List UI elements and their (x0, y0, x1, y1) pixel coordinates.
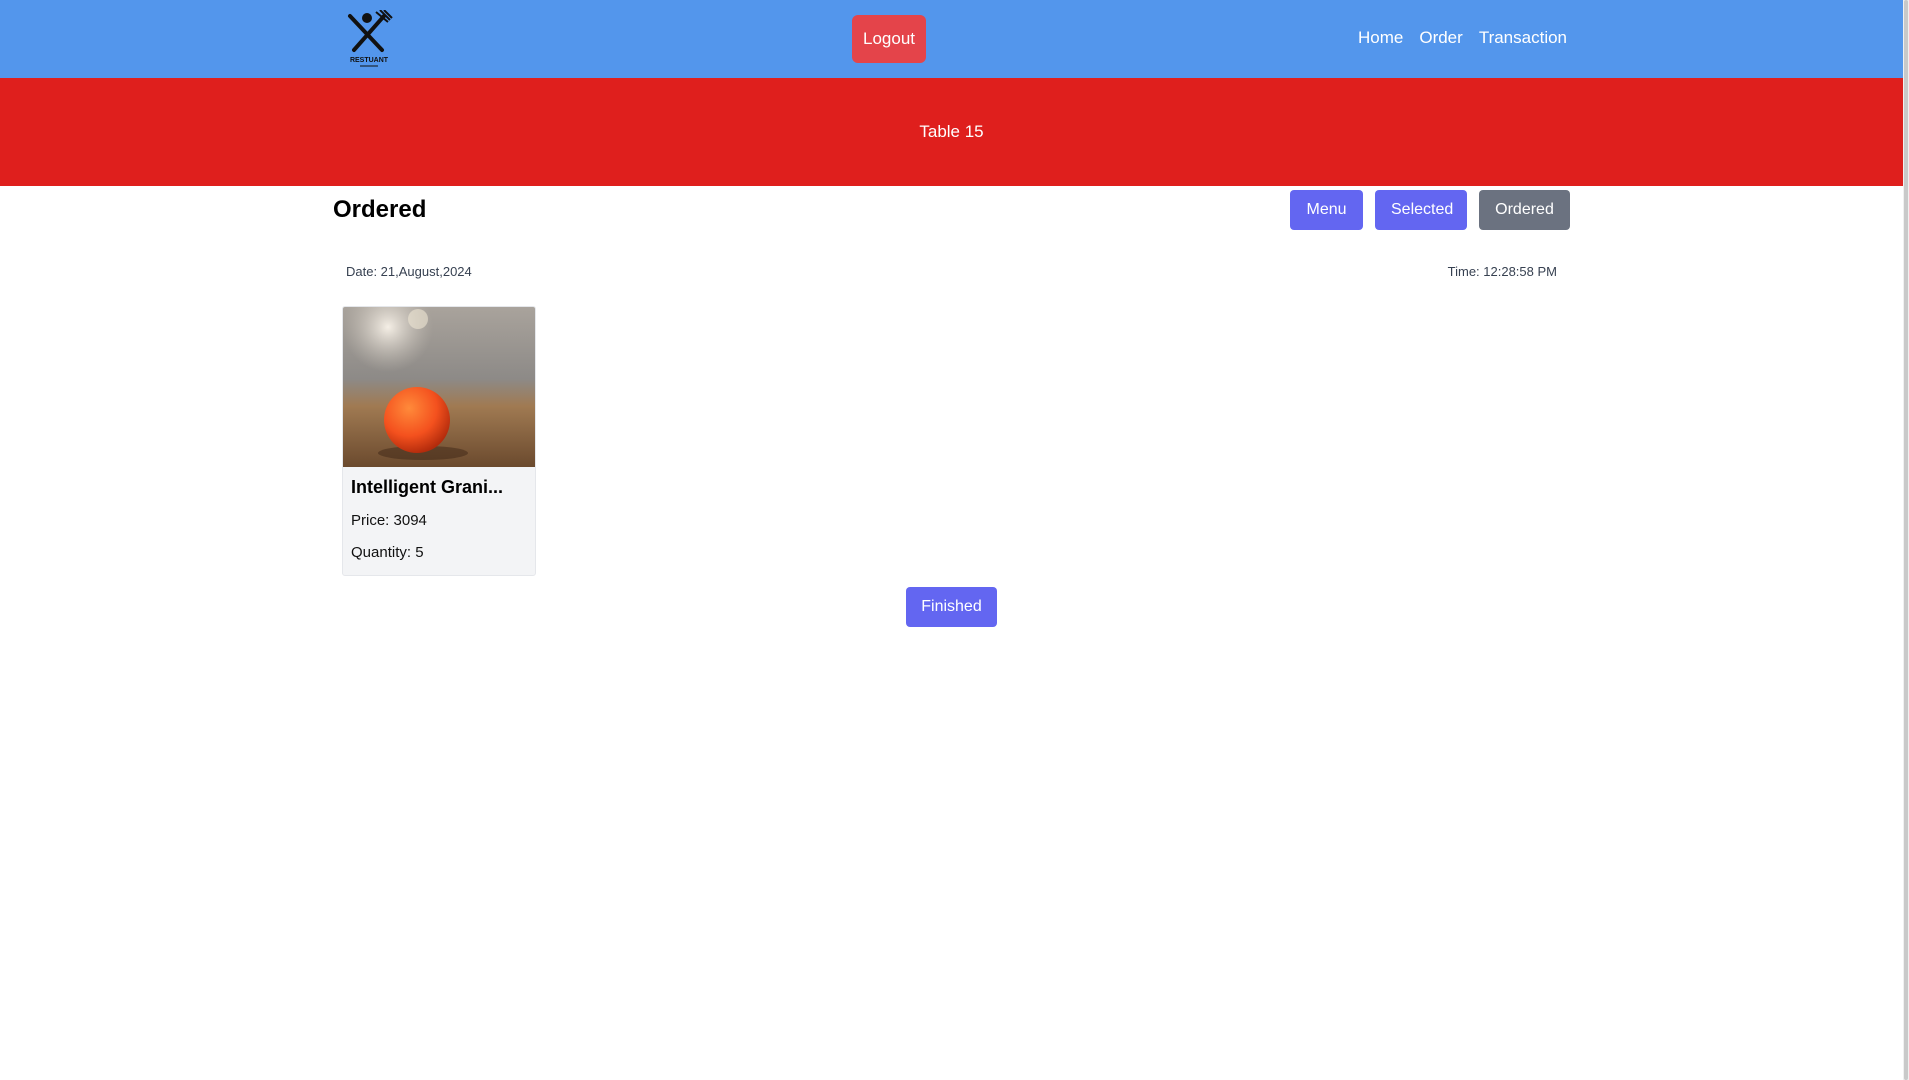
item-quantity: Quantity: 5 (351, 544, 424, 561)
main-nav: Home Order Transaction (1358, 28, 1567, 48)
nav-transaction-link[interactable]: Transaction (1479, 28, 1567, 48)
nav-home-link[interactable]: Home (1358, 28, 1403, 48)
view-toggle-group: Menu Selected Ordered (1290, 190, 1570, 230)
table-banner: Table 15 (0, 78, 1903, 186)
ordered-button[interactable]: Ordered (1479, 190, 1570, 230)
item-name: Intelligent Grani... (351, 477, 504, 497)
table-label: Table 15 (919, 122, 984, 141)
ordered-item-card: Intelligent Grani... Price: 3094 Quantit… (342, 306, 536, 576)
page-title: Ordered (333, 196, 427, 223)
order-time: Time: 12:28:58 PM (1447, 264, 1557, 279)
top-navbar: RESTUANT Logout Home Order Transaction (0, 0, 1903, 78)
logout-button[interactable]: Logout (852, 15, 926, 63)
finished-button[interactable]: Finished (906, 587, 997, 627)
item-image (343, 307, 535, 467)
item-price: Price: 3094 (351, 512, 427, 529)
selected-button[interactable]: Selected (1375, 190, 1467, 230)
scrollbar-thumb[interactable] (1904, 0, 1908, 1080)
restaurant-logo-icon[interactable]: RESTUANT (344, 9, 394, 68)
order-date: Date: 21,August,2024 (346, 264, 472, 279)
menu-button[interactable]: Menu (1290, 190, 1363, 230)
page-scrollbar[interactable] (1903, 0, 1909, 1080)
nav-order-link[interactable]: Order (1419, 28, 1462, 48)
svg-text:RESTUANT: RESTUANT (350, 57, 389, 64)
